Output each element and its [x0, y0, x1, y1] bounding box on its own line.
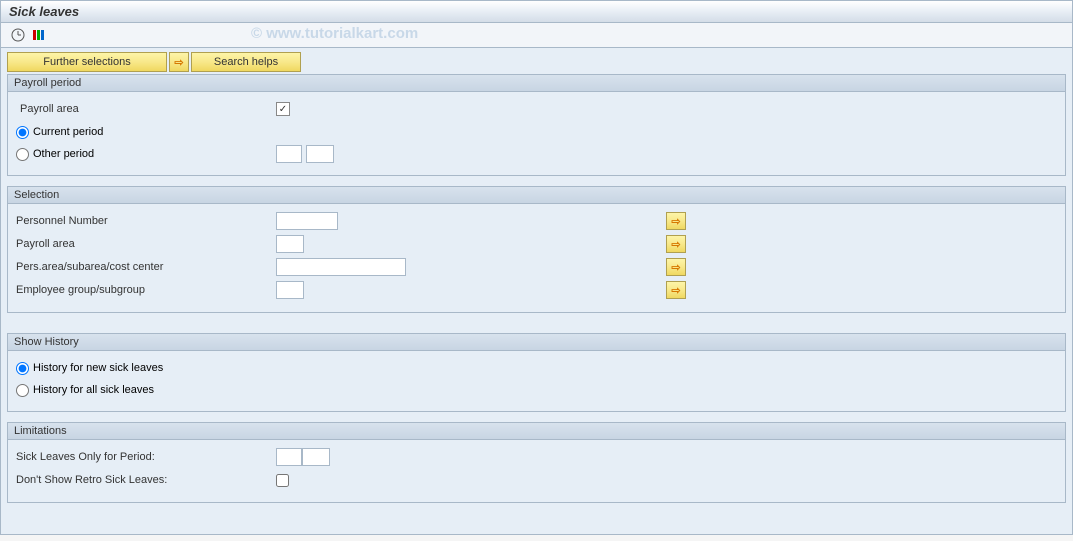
personnel-number-label: Personnel Number: [16, 215, 276, 227]
personnel-number-input[interactable]: [276, 212, 338, 230]
history-new-radio[interactable]: [16, 362, 29, 375]
search-helps-button[interactable]: Search helps: [191, 52, 301, 72]
retro-label: Don't Show Retro Sick Leaves:: [16, 474, 276, 486]
employee-group-label: Employee group/subgroup: [16, 284, 276, 296]
sel-payroll-area-input[interactable]: [276, 235, 304, 253]
payroll-period-group: Payroll period Payroll area ✓ Current pe…: [7, 74, 1066, 176]
selection-group: Selection Personnel Number ⇨ Payroll are…: [7, 186, 1066, 313]
employee-group-input[interactable]: [276, 281, 304, 299]
variant-icon[interactable]: [31, 27, 49, 43]
history-all-radio[interactable]: [16, 384, 29, 397]
history-all-label: History for all sick leaves: [33, 384, 154, 396]
history-new-label: History for new sick leaves: [33, 362, 163, 374]
retro-checkbox[interactable]: [276, 474, 289, 487]
button-row: Further selections ⇨ Search helps: [7, 52, 1066, 72]
other-period-input-1[interactable]: [276, 145, 302, 163]
payroll-period-title: Payroll period: [8, 75, 1065, 92]
sel-payroll-area-multiselect-icon[interactable]: ⇨: [666, 235, 686, 253]
only-period-label: Sick Leaves Only for Period:: [16, 451, 276, 463]
pers-area-multiselect-icon[interactable]: ⇨: [666, 258, 686, 276]
other-period-label: Other period: [33, 148, 94, 160]
other-period-radio[interactable]: [16, 148, 29, 161]
arrow-right-icon[interactable]: ⇨: [169, 52, 189, 72]
show-history-group: Show History History for new sick leaves…: [7, 333, 1066, 412]
other-period-input-2[interactable]: [306, 145, 334, 163]
payroll-area-label: Payroll area: [16, 103, 276, 115]
employee-group-multiselect-icon[interactable]: ⇨: [666, 281, 686, 299]
current-period-label: Current period: [33, 126, 103, 138]
page-title: Sick leaves: [0, 0, 1073, 23]
toolbar: © www.tutorialkart.com: [0, 23, 1073, 48]
limitations-title: Limitations: [8, 423, 1065, 440]
execute-icon[interactable]: [9, 27, 27, 43]
selection-title: Selection: [8, 187, 1065, 204]
payroll-area-checkbox[interactable]: ✓: [276, 102, 290, 116]
only-period-input-2[interactable]: [302, 448, 330, 466]
further-selections-button[interactable]: Further selections: [7, 52, 167, 72]
watermark: © www.tutorialkart.com: [251, 25, 418, 42]
main-content: Further selections ⇨ Search helps Payrol…: [0, 48, 1073, 535]
current-period-radio[interactable]: [16, 126, 29, 139]
sel-payroll-area-label: Payroll area: [16, 238, 276, 250]
pers-area-label: Pers.area/subarea/cost center: [16, 261, 276, 273]
show-history-title: Show History: [8, 334, 1065, 351]
pers-area-input[interactable]: [276, 258, 406, 276]
limitations-group: Limitations Sick Leaves Only for Period:…: [7, 422, 1066, 503]
only-period-input-1[interactable]: [276, 448, 302, 466]
personnel-number-multiselect-icon[interactable]: ⇨: [666, 212, 686, 230]
